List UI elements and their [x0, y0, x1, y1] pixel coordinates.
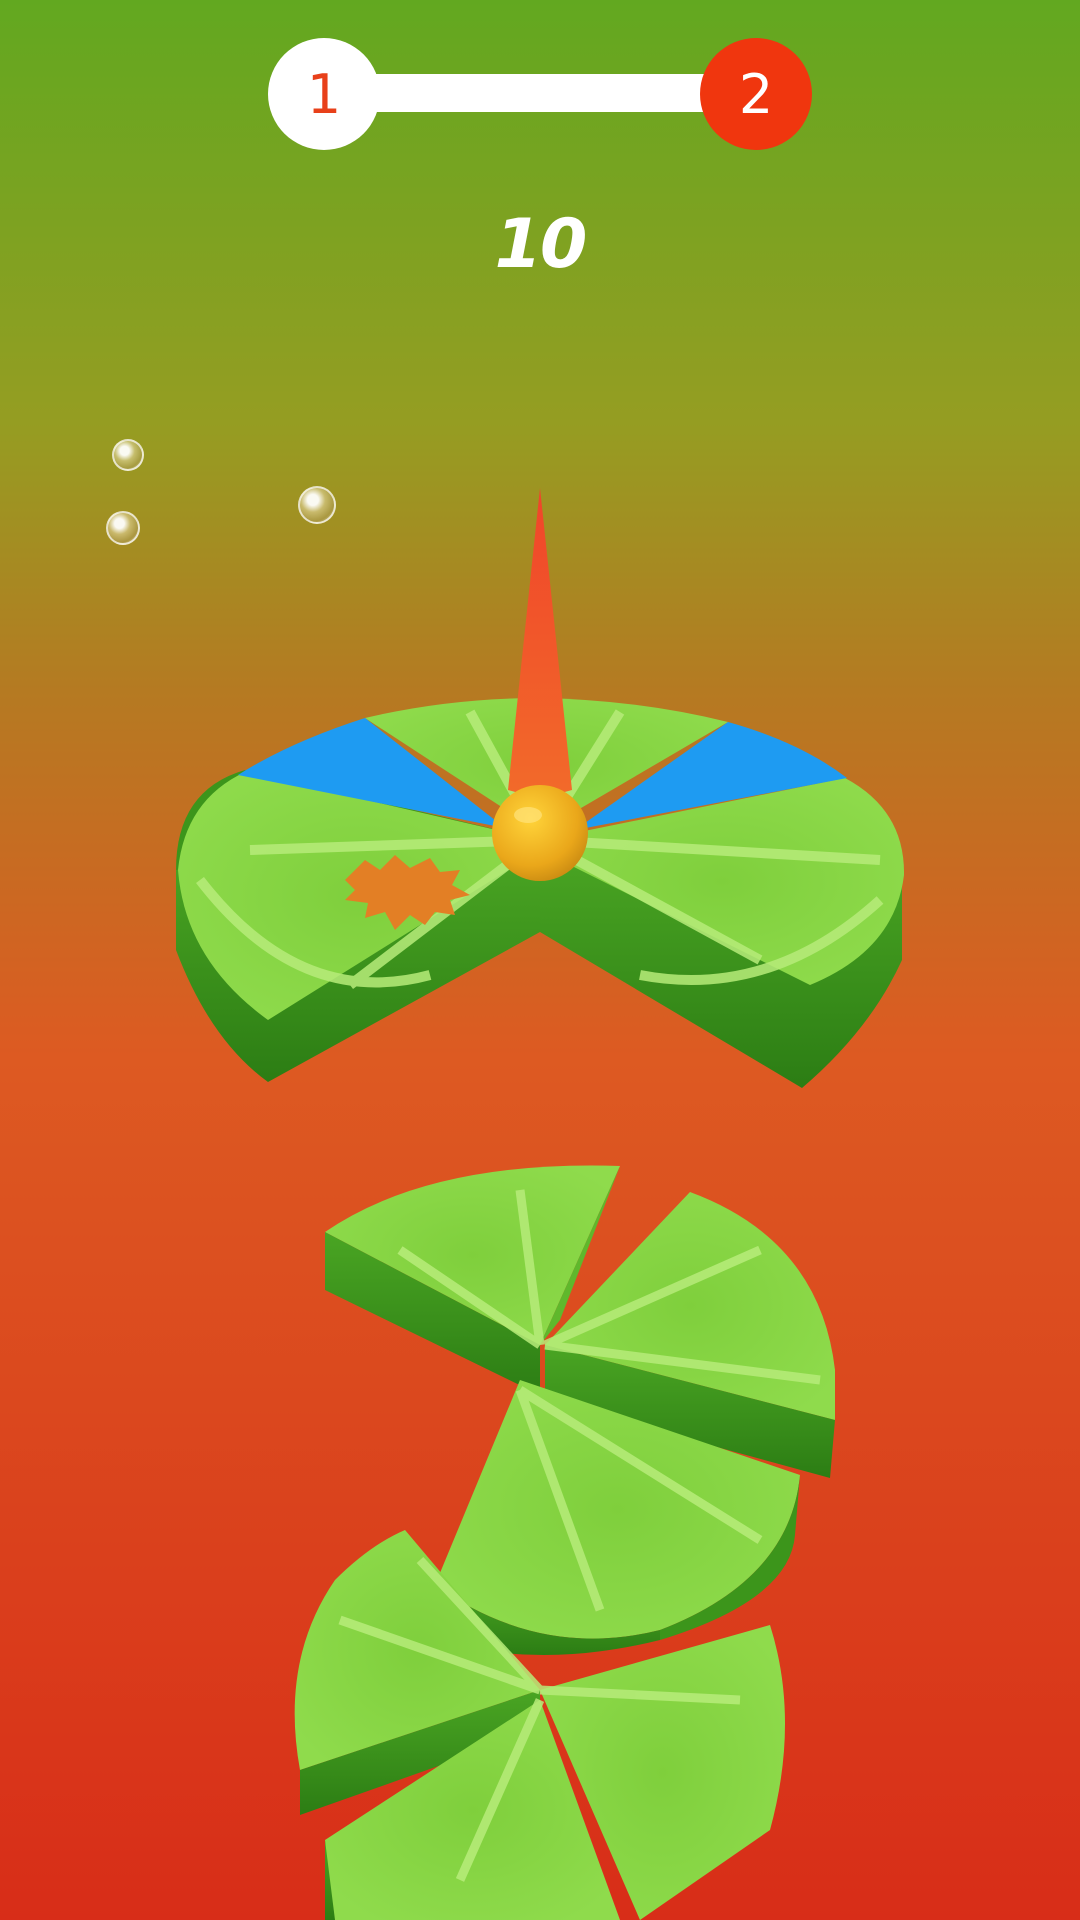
score-display: 10 — [494, 205, 588, 284]
game-scene[interactable] — [0, 0, 1080, 1920]
current-level-badge: 1 — [268, 38, 380, 150]
level-progress: 1 2 — [268, 38, 812, 150]
next-level-number: 2 — [738, 62, 774, 126]
next-level-badge: 2 — [700, 38, 812, 150]
bubble-icon — [106, 511, 140, 545]
bubble-icon — [112, 439, 144, 471]
bubble-icon — [298, 486, 336, 524]
ball-icon — [492, 785, 588, 881]
current-level-number: 1 — [306, 62, 342, 126]
progress-track — [338, 74, 742, 112]
game-stage[interactable]: 1 2 10 — [0, 0, 1080, 1920]
